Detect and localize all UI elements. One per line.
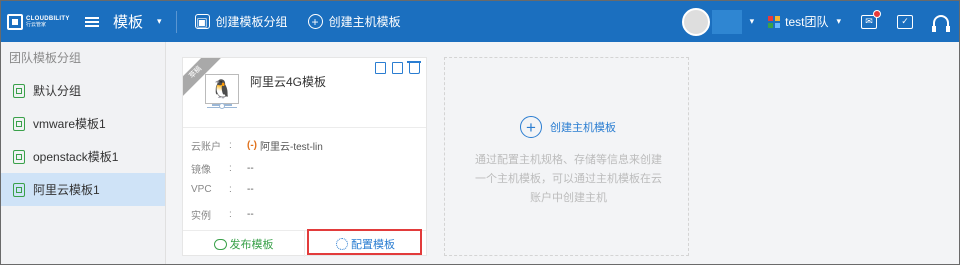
top-bar-right: ▾ test团队 ▾ ✉ ✓ (681, 1, 959, 42)
message-icon[interactable]: ✉ (861, 9, 881, 29)
divider (175, 10, 177, 33)
copy-icon[interactable] (375, 62, 386, 74)
gear-icon (336, 238, 348, 250)
create-group-label: 创建模板分组 (215, 15, 288, 29)
plus-circle-icon: + (307, 14, 323, 29)
publish-template-label: 发布模板 (229, 239, 274, 251)
sidebar-item-label: 默认分组 (33, 84, 82, 98)
card-toolbar (375, 61, 421, 74)
hamburger-menu-icon[interactable] (85, 16, 99, 27)
template-group-icon (13, 149, 25, 164)
template-group-icon (13, 116, 25, 131)
sidebar-item-label: openstack模板1 (33, 150, 119, 164)
sidebar-item-openstack[interactable]: openstack模板1 (1, 140, 165, 173)
create-template-panel[interactable]: + 创建主机模板 通过配置主机规格、存储等信息来创建一个主机模板，可以通过主机模… (444, 57, 689, 256)
sidebar-item-aliyun[interactable]: 阿里云模板1 (1, 173, 165, 206)
team-chevron-down-icon: ▾ (836, 16, 841, 26)
chevron-down-icon[interactable]: ▾ (157, 16, 162, 27)
trash-icon[interactable] (407, 61, 421, 74)
field-image: 镜像 : -- (191, 163, 254, 176)
sidebar-item-vmware[interactable]: vmware模板1 (1, 107, 165, 140)
plus-circle-icon: + (520, 116, 542, 138)
brand-logo[interactable]: CLOUDBILITY 行云管家 (7, 13, 77, 30)
cloud-account-value: 阿里云-test-lin (260, 142, 323, 153)
template-group-sidebar: 团队模板分组 默认分组 vmware模板1 openstack模板1 阿里云模板… (1, 42, 166, 264)
cloud-upload-icon (213, 238, 227, 250)
create-host-template-label: 创建主机模板 (328, 15, 401, 29)
brand-name-cn: 行云管家 (26, 21, 47, 28)
divider (183, 127, 426, 128)
publish-template-button[interactable]: 发布模板 (183, 231, 304, 257)
task-check-icon[interactable]: ✓ (897, 14, 913, 29)
template-group-icon (13, 83, 25, 98)
configure-template-button[interactable]: 配置模板 (304, 231, 426, 257)
sidebar-item-default-group[interactable]: 默认分组 (1, 74, 165, 107)
team-grid-icon (768, 15, 781, 28)
sidebar-item-label: vmware模板1 (33, 117, 106, 131)
field-vpc: VPC : -- (191, 184, 254, 195)
card-footer: 发布模板 配置模板 (183, 230, 426, 257)
create-host-template-card-button[interactable]: + 创建主机模板 (520, 116, 616, 138)
user-chevron-down-icon[interactable]: ▾ (750, 16, 755, 27)
field-cloud-account: 云账户 : (-) 阿里云-test-lin (191, 140, 323, 153)
create-host-template-card-label: 创建主机模板 (550, 122, 616, 134)
logo-icon (7, 13, 23, 30)
sidebar-item-label: 阿里云模板1 (33, 183, 100, 197)
notification-dot (873, 9, 881, 18)
team-label: test团队 (785, 15, 829, 29)
linux-penguin-icon: 🐧 (205, 74, 239, 104)
template-name: 阿里云4G模板 (250, 75, 327, 89)
support-headset-icon[interactable] (932, 14, 950, 32)
create-host-template-button[interactable]: + 创建主机模板 (307, 13, 401, 30)
brand-name-en: CLOUDBILITY (26, 15, 70, 22)
configure-template-label: 配置模板 (351, 239, 395, 251)
page-title: 模板 (113, 14, 144, 31)
user-name-area[interactable] (711, 9, 742, 34)
team-switcher[interactable]: test团队 ▾ (768, 13, 841, 30)
edit-icon[interactable] (392, 62, 403, 74)
sidebar-header: 团队模板分组 (9, 51, 82, 65)
aliyun-icon: (-) (247, 140, 257, 151)
top-bar: CLOUDBILITY 行云管家 模板 ▾ ▣ 创建模板分组 + 创建主机模板 … (1, 1, 959, 42)
folder-add-icon: ▣ (194, 14, 210, 29)
create-group-button[interactable]: ▣ 创建模板分组 (194, 13, 288, 30)
create-description: 通过配置主机规格、存储等信息来创建一个主机模板，可以通过主机模板在云账户中创建主… (475, 154, 662, 204)
avatar[interactable] (681, 7, 710, 36)
template-group-icon (13, 182, 25, 197)
field-instance: 实例 : -- (191, 209, 254, 222)
template-card: 草稿 🐧 阿里云4G模板 云账户 : (-) 阿里云-test-lin 镜像 :… (182, 57, 427, 257)
